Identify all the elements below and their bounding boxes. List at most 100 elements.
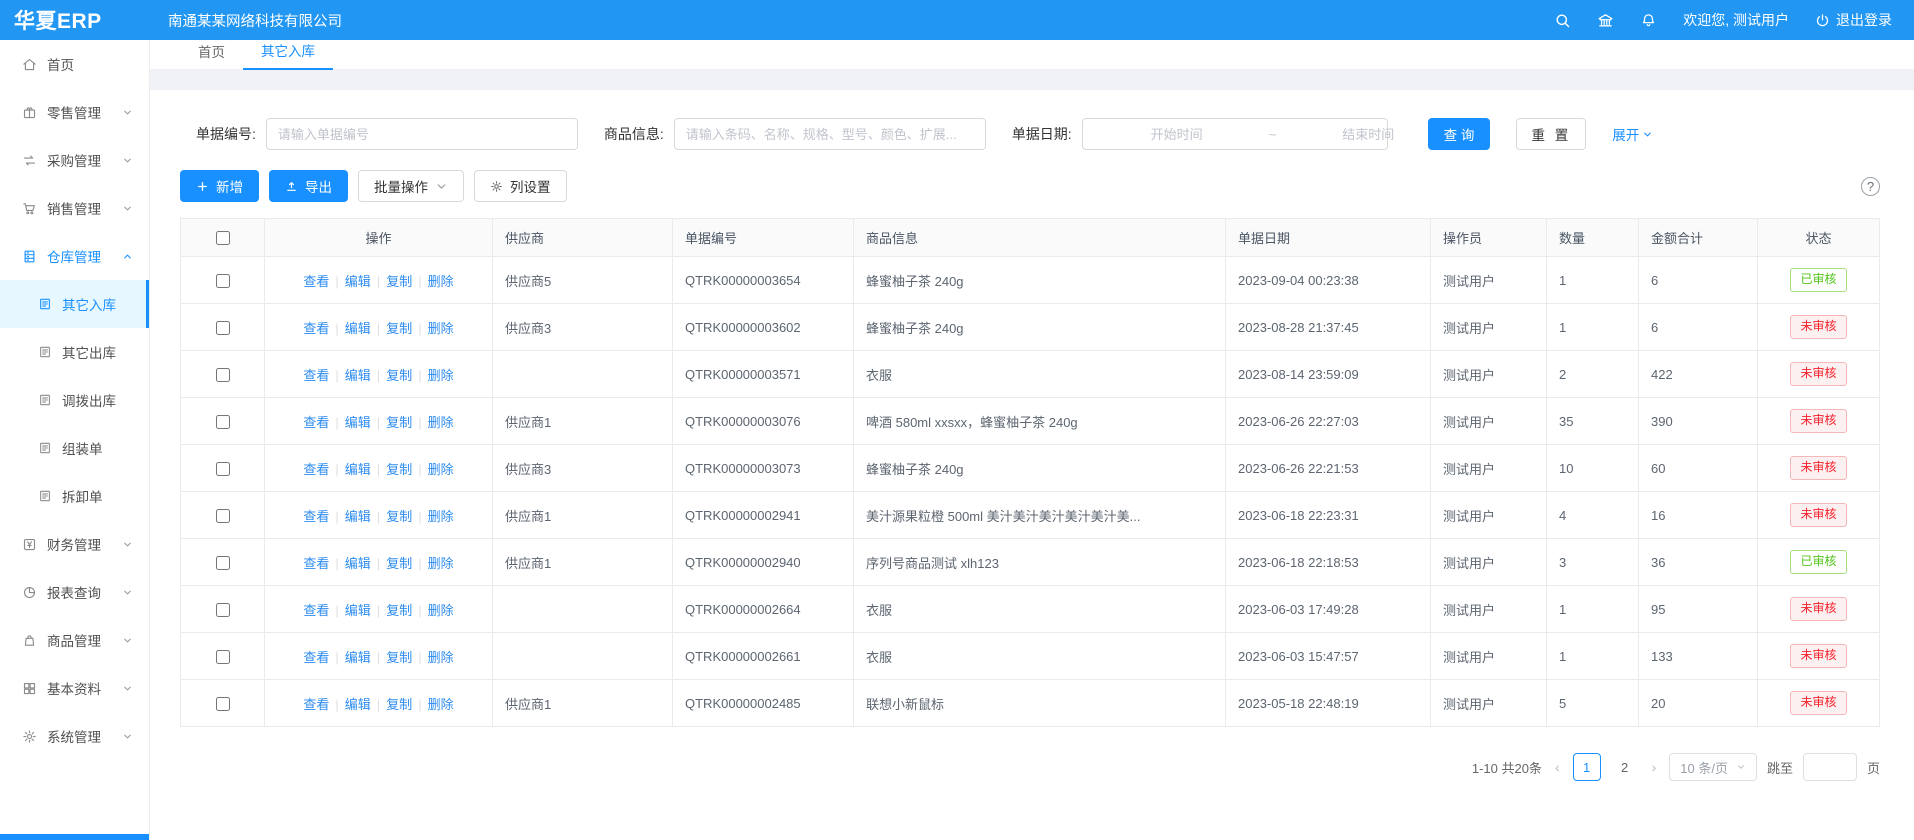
sidebar-subitem-disassembly[interactable]: 拆卸单 bbox=[0, 472, 149, 520]
batch-actions-button[interactable]: 批量操作 bbox=[358, 170, 464, 202]
qty-cell: 4 bbox=[1547, 492, 1639, 539]
copy-link[interactable]: 复制 bbox=[386, 697, 412, 712]
delete-link[interactable]: 删除 bbox=[428, 603, 454, 618]
delete-link[interactable]: 删除 bbox=[428, 462, 454, 477]
sidebar-item-products[interactable]: 商品管理 bbox=[0, 616, 149, 664]
page-number-1[interactable]: 1 bbox=[1573, 753, 1601, 781]
sidebar-item-label: 仓库管理 bbox=[47, 246, 101, 266]
view-link[interactable]: 查看 bbox=[303, 509, 329, 524]
view-link[interactable]: 查看 bbox=[303, 462, 329, 477]
page-number-2[interactable]: 2 bbox=[1611, 753, 1639, 781]
row-checkbox[interactable] bbox=[216, 368, 230, 382]
search-button[interactable]: 查 询 bbox=[1428, 118, 1491, 150]
select-all-checkbox[interactable] bbox=[216, 231, 230, 245]
copy-link[interactable]: 复制 bbox=[386, 415, 412, 430]
add-button[interactable]: 新增 bbox=[180, 170, 259, 202]
row-checkbox[interactable] bbox=[216, 603, 230, 617]
edit-link[interactable]: 编辑 bbox=[345, 321, 371, 336]
export-button[interactable]: 导出 bbox=[269, 170, 348, 202]
bank-icon[interactable] bbox=[1597, 12, 1614, 29]
copy-link[interactable]: 复制 bbox=[386, 509, 412, 524]
edit-link[interactable]: 编辑 bbox=[345, 274, 371, 289]
sidebar-item-finance[interactable]: 财务管理 bbox=[0, 520, 149, 568]
row-checkbox[interactable] bbox=[216, 415, 230, 429]
delete-link[interactable]: 删除 bbox=[428, 697, 454, 712]
reset-button[interactable]: 重 置 bbox=[1516, 118, 1586, 150]
row-checkbox[interactable] bbox=[216, 556, 230, 570]
copy-link[interactable]: 复制 bbox=[386, 556, 412, 571]
sidebar-subitem-assembly[interactable]: 组装单 bbox=[0, 424, 149, 472]
view-link[interactable]: 查看 bbox=[303, 274, 329, 289]
table-row: 查看|编辑|复制|删除 QTRK00000003571 衣服 2023-08-1… bbox=[181, 351, 1880, 398]
edit-link[interactable]: 编辑 bbox=[345, 556, 371, 571]
sidebar-item-basic-data[interactable]: 基本资料 bbox=[0, 664, 149, 712]
view-link[interactable]: 查看 bbox=[303, 556, 329, 571]
view-link[interactable]: 查看 bbox=[303, 368, 329, 383]
delete-link[interactable]: 删除 bbox=[428, 321, 454, 336]
copy-link[interactable]: 复制 bbox=[386, 462, 412, 477]
view-link[interactable]: 查看 bbox=[303, 321, 329, 336]
view-link[interactable]: 查看 bbox=[303, 697, 329, 712]
delete-link[interactable]: 删除 bbox=[428, 274, 454, 289]
tab-other-inbound[interactable]: 其它入库 bbox=[243, 40, 333, 70]
row-checkbox[interactable] bbox=[216, 274, 230, 288]
view-link[interactable]: 查看 bbox=[303, 650, 329, 665]
row-checkbox[interactable] bbox=[216, 697, 230, 711]
sidebar-subitem-transfer-outbound[interactable]: 调拨出库 bbox=[0, 376, 149, 424]
edit-link[interactable]: 编辑 bbox=[345, 697, 371, 712]
product-info-input[interactable] bbox=[674, 118, 986, 150]
jump-page-input[interactable] bbox=[1803, 753, 1857, 781]
sidebar-item-retail[interactable]: 零售管理 bbox=[0, 88, 149, 136]
sidebar-item-system[interactable]: 系统管理 bbox=[0, 712, 149, 760]
delete-link[interactable]: 删除 bbox=[428, 368, 454, 383]
search-icon[interactable] bbox=[1554, 12, 1571, 29]
copy-link[interactable]: 复制 bbox=[386, 274, 412, 289]
sidebar-subitem-other-outbound[interactable]: 其它出库 bbox=[0, 328, 149, 376]
chevron-down-icon bbox=[122, 587, 133, 598]
row-checkbox[interactable] bbox=[216, 462, 230, 476]
sidebar-item-home[interactable]: 首页 bbox=[0, 40, 149, 88]
sidebar-subitem-other-inbound[interactable]: 其它入库 bbox=[0, 280, 149, 328]
product-cell: 蜂蜜柚子茶 240g bbox=[854, 304, 1226, 351]
next-page-icon[interactable]: › bbox=[1649, 759, 1660, 775]
delete-link[interactable]: 删除 bbox=[428, 509, 454, 524]
logout-button[interactable]: 退出登录 bbox=[1815, 10, 1892, 30]
chevron-down-icon bbox=[122, 683, 133, 694]
edit-link[interactable]: 编辑 bbox=[345, 650, 371, 665]
expand-link[interactable]: 展开 bbox=[1612, 124, 1653, 144]
delete-link[interactable]: 删除 bbox=[428, 556, 454, 571]
date-range-picker[interactable]: ~ bbox=[1082, 118, 1388, 150]
row-checkbox[interactable] bbox=[216, 321, 230, 335]
delete-link[interactable]: 删除 bbox=[428, 415, 454, 430]
link-separator: | bbox=[335, 321, 338, 336]
bell-icon[interactable] bbox=[1640, 12, 1657, 29]
edit-link[interactable]: 编辑 bbox=[345, 415, 371, 430]
app-logo[interactable]: 华夏ERP bbox=[0, 5, 150, 35]
copy-link[interactable]: 复制 bbox=[386, 603, 412, 618]
copy-link[interactable]: 复制 bbox=[386, 321, 412, 336]
view-link[interactable]: 查看 bbox=[303, 603, 329, 618]
edit-link[interactable]: 编辑 bbox=[345, 462, 371, 477]
page-size-select[interactable]: 10 条/页 bbox=[1669, 753, 1757, 781]
date-start-input[interactable] bbox=[1089, 127, 1265, 142]
delete-link[interactable]: 删除 bbox=[428, 650, 454, 665]
edit-link[interactable]: 编辑 bbox=[345, 603, 371, 618]
edit-link[interactable]: 编辑 bbox=[345, 368, 371, 383]
copy-link[interactable]: 复制 bbox=[386, 368, 412, 383]
sidebar-item-reports[interactable]: 报表查询 bbox=[0, 568, 149, 616]
row-checkbox[interactable] bbox=[216, 509, 230, 523]
sidebar-item-warehouse[interactable]: 仓库管理 bbox=[0, 232, 149, 280]
prev-page-icon[interactable]: ‹ bbox=[1552, 759, 1563, 775]
row-checkbox[interactable] bbox=[216, 650, 230, 664]
column-settings-button[interactable]: 列设置 bbox=[474, 170, 567, 202]
product-cell: 衣服 bbox=[854, 586, 1226, 633]
view-link[interactable]: 查看 bbox=[303, 415, 329, 430]
bill-no-input[interactable] bbox=[266, 118, 578, 150]
sidebar-scrollbar[interactable] bbox=[0, 834, 150, 840]
sidebar-item-purchase[interactable]: 采购管理 bbox=[0, 136, 149, 184]
edit-link[interactable]: 编辑 bbox=[345, 509, 371, 524]
copy-link[interactable]: 复制 bbox=[386, 650, 412, 665]
sidebar-item-sales[interactable]: 销售管理 bbox=[0, 184, 149, 232]
tab-home[interactable]: 首页 bbox=[180, 41, 243, 69]
help-icon[interactable]: ? bbox=[1861, 177, 1880, 196]
